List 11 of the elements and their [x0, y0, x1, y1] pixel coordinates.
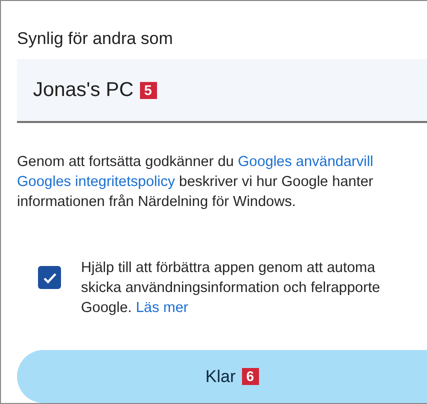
checkbox[interactable]	[38, 266, 61, 289]
link[interactable]: Googles integritetspolicy	[17, 174, 175, 190]
link[interactable]: Googles användarvill	[238, 154, 374, 170]
consent-text: Hjälp till att förbättra appen genom att automa skicka användningsinformation och felrapporte Google. Läs mer	[81, 259, 380, 318]
number-badge: 5	[140, 82, 157, 98]
done-button[interactable]: Klar 6	[17, 350, 427, 403]
terms-text: Genom att fortsätta godkänner du Googles användarvill Googles integritetspolicy beskriver vi hur Google hanter informationen från Närdelning för Windows.	[17, 153, 374, 212]
number-badge: 6	[242, 368, 259, 385]
device-name-field[interactable]: Jonas's PC 5	[17, 59, 427, 123]
link[interactable]: Läs mer	[136, 300, 188, 316]
field-label: Synlig för andra som	[17, 29, 174, 49]
